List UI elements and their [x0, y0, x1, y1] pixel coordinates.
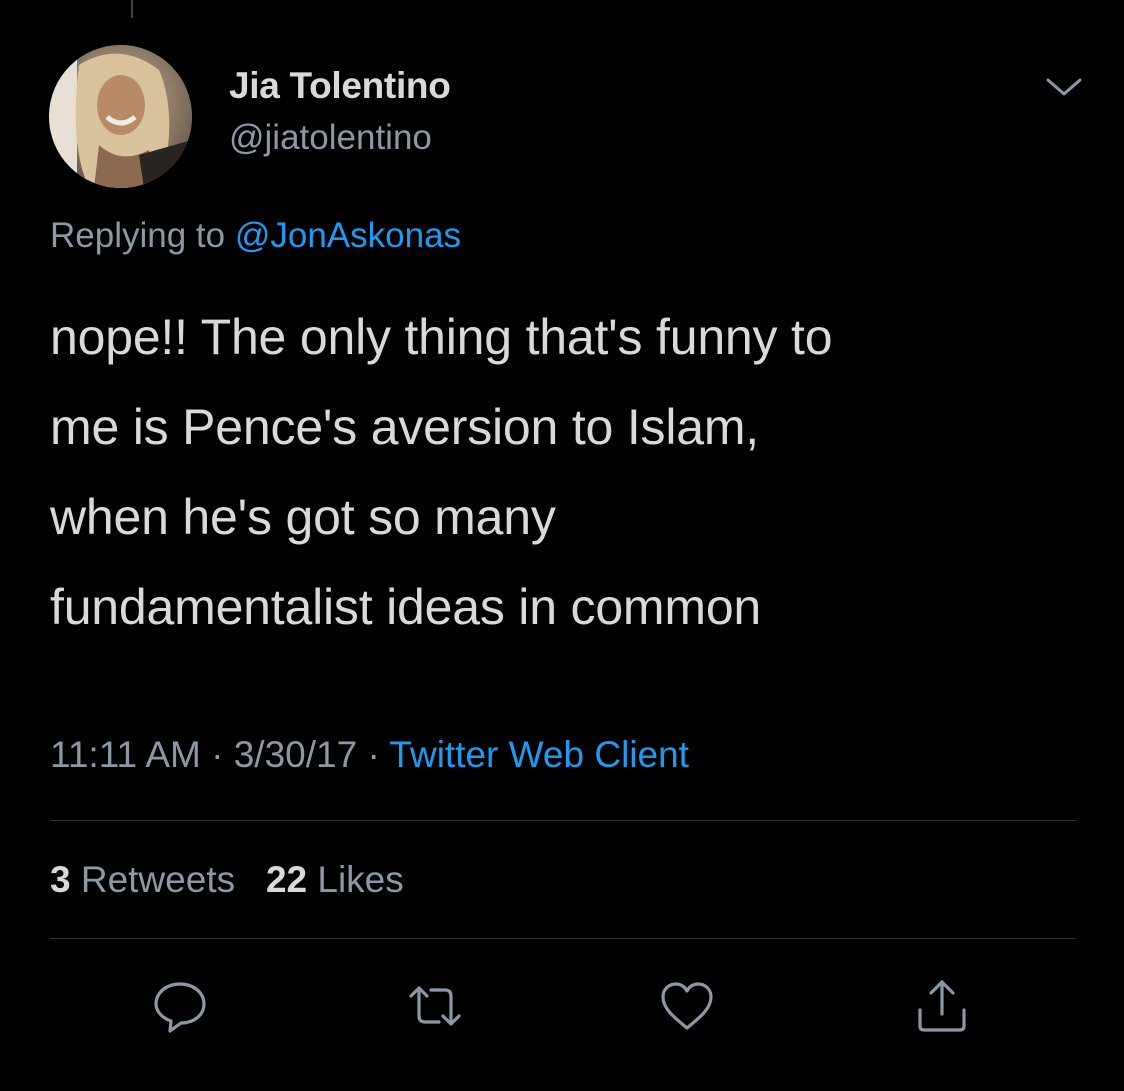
- tweet-text-line: when he's got so many: [50, 489, 556, 545]
- likes-count: 22: [265, 859, 308, 900]
- tweet-text-line: nope!! The only thing that's funny to: [50, 309, 833, 365]
- thread-connector-line: [131, 0, 133, 18]
- meta-separator: ·: [211, 734, 224, 775]
- tweet-text-line: fundamentalist ideas in common: [50, 579, 762, 635]
- divider: [50, 938, 1076, 939]
- share-icon[interactable]: [912, 976, 972, 1036]
- tweet-stats: 3 Retweets 22 Likes: [50, 857, 404, 903]
- author-handle[interactable]: @jiatolentino: [229, 116, 432, 160]
- comment-bubble-icon[interactable]: [150, 976, 210, 1036]
- likes-stat[interactable]: 22 Likes: [266, 859, 404, 900]
- avatar[interactable]: [49, 45, 192, 188]
- chevron-down-icon[interactable]: [1044, 72, 1084, 102]
- tweet-date[interactable]: 3/30/17: [234, 734, 357, 775]
- tweet-meta: 11:11 AM · 3/30/17 · Twitter Web Client: [50, 732, 689, 778]
- retweets-label: Retweets: [80, 859, 236, 900]
- divider: [50, 820, 1076, 821]
- avatar-photo: [49, 45, 192, 188]
- retweet-icon[interactable]: [405, 976, 465, 1036]
- meta-separator: ·: [367, 734, 380, 775]
- replying-to: Replying to @JonAskonas: [50, 213, 461, 259]
- retweets-count: 3: [50, 859, 71, 900]
- heart-icon[interactable]: [657, 976, 717, 1036]
- tweet-time[interactable]: 11:11 AM: [50, 734, 201, 775]
- retweets-stat[interactable]: 3 Retweets: [50, 859, 245, 900]
- tweet-text-line: me is Pence's aversion to Islam,: [50, 399, 759, 455]
- author-name[interactable]: Jia Tolentino: [229, 64, 451, 108]
- replying-to-label: Replying to: [50, 216, 226, 255]
- tweet-text: nope!! The only thing that's funny to me…: [50, 292, 1080, 652]
- reply-mention-link[interactable]: @JonAskonas: [235, 216, 461, 255]
- action-bar: [0, 976, 1124, 1036]
- likes-label: Likes: [317, 859, 404, 900]
- tweet-source-link[interactable]: Twitter Web Client: [389, 734, 689, 775]
